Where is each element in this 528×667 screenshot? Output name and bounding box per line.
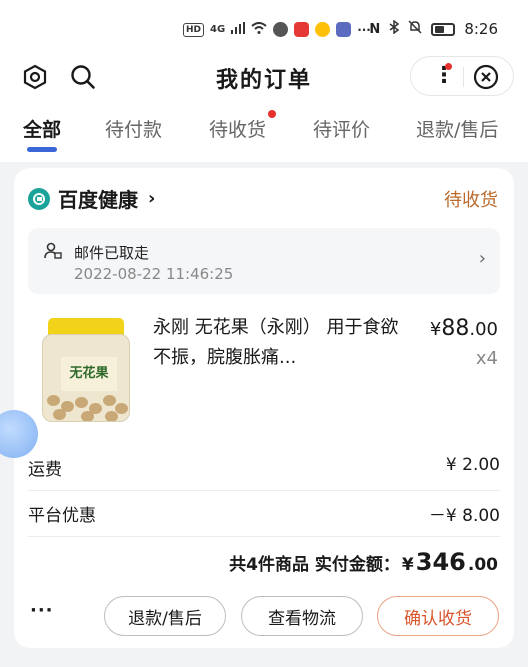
battery-icon (431, 22, 456, 36)
logistics-status: 邮件已取走 (74, 244, 150, 262)
discount-label: 平台优惠 (28, 506, 96, 526)
hd-indicator: HD (183, 22, 205, 37)
total-prefix: 共4件商品 实付金额： (229, 555, 400, 575)
store-name: 百度健康 (58, 188, 138, 212)
tab-all[interactable]: 全部 (23, 115, 61, 142)
view-logistics-button[interactable]: 查看物流 (241, 596, 363, 636)
status-right-icons: N 8:26 (369, 19, 498, 38)
logistics-summary[interactable]: 邮件已取走 2022-08-22 11:46:25 › (28, 228, 500, 294)
price-symbol: ¥ (429, 319, 442, 340)
price-integer: 88 (441, 316, 470, 341)
network-type: 4G (210, 24, 226, 35)
total-integer: 346 (415, 548, 466, 576)
total-decimal: .00 (467, 555, 498, 575)
notification-dot (445, 63, 452, 70)
tab-badge-dot (268, 110, 276, 118)
mute-icon (408, 20, 422, 38)
price-decimal: .00 (469, 319, 498, 340)
nfc-icon: N (369, 21, 381, 37)
discount-value: －¥ 8.00 (428, 506, 500, 526)
divider (28, 490, 500, 491)
store-header[interactable]: 百度健康 › (28, 184, 155, 213)
more-actions-button[interactable]: ··· (30, 600, 54, 621)
product-image-label: 无花果 (61, 357, 117, 391)
shipping-label: 运费 (28, 460, 62, 480)
wifi-icon (251, 22, 267, 37)
more-menu-icon[interactable]: ⋮ (433, 65, 455, 87)
signal-icon (231, 22, 246, 37)
product-image[interactable]: 无花果 (30, 314, 142, 426)
clock: 8:26 (464, 20, 498, 38)
close-icon[interactable] (473, 64, 499, 94)
order-card[interactable]: 百度健康 › 待收货 邮件已取走 2022-08-22 11:46:25 › 无… (14, 168, 514, 648)
order-status: 待收货 (444, 190, 498, 211)
app-icon (336, 22, 352, 37)
confirm-receipt-button[interactable]: 确认收货 (377, 596, 499, 636)
tab-pending-review[interactable]: 待评价 (313, 115, 370, 142)
weibo-icon (315, 22, 331, 37)
order-total: 共4件商品 实付金额： ¥ 346.00 (229, 548, 498, 576)
shipping-value: ¥ 2.00 (445, 455, 500, 475)
refund-button[interactable]: 退款/售后 (104, 596, 226, 636)
delivery-person-icon (44, 242, 62, 264)
nav-header: 我的订单 ⋮ (0, 56, 528, 98)
baidu-health-logo-icon (28, 187, 50, 210)
tab-refund[interactable]: 退款/售后 (416, 115, 498, 142)
total-symbol: ¥ (401, 555, 414, 575)
jar-body: 无花果 (42, 334, 130, 422)
tab-pending-payment[interactable]: 待付款 (105, 115, 162, 142)
chevron-right-icon: › (478, 248, 486, 269)
mini-program-capsule: ⋮ (410, 56, 514, 96)
product-price: ¥88.00 (430, 316, 498, 341)
status-left-icons: HD 4G ··· (183, 22, 371, 37)
tab-pending-receipt[interactable]: 待收货 (209, 115, 266, 142)
chevron-right-icon: › (148, 188, 156, 209)
logistics-time: 2022-08-22 11:46:25 (74, 265, 234, 283)
product-quantity: x4 (475, 348, 498, 369)
divider (28, 536, 500, 537)
capsule-divider (463, 67, 464, 87)
product-name[interactable]: 永刚 无花果（永刚） 用于食欲不振，脘腹胀痛... (153, 313, 403, 373)
wechat-icon (273, 22, 289, 37)
status-bar: HD 4G ··· N 8:26 (0, 0, 528, 56)
taobao-icon (294, 22, 310, 37)
bluetooth-icon (389, 19, 400, 38)
order-tabs: 全部 待付款 待收货 待评价 退款/售后 (0, 98, 528, 162)
active-tab-indicator (27, 147, 57, 152)
